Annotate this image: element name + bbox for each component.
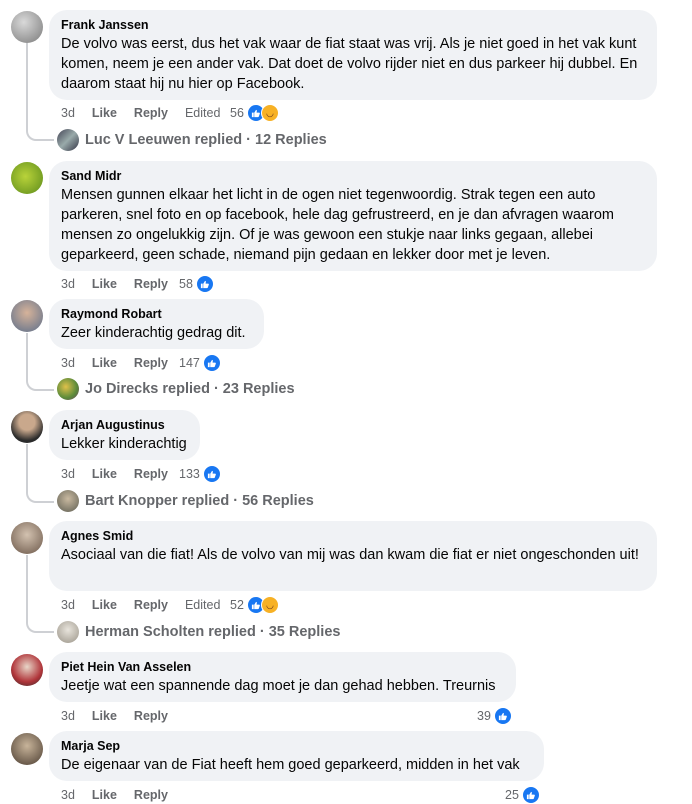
like-button[interactable]: Like [92,467,117,481]
haha-reaction-icon: ◡ [260,596,279,614]
comment-bubble: Arjan Augustinus Lekker kinderachtig [49,410,200,460]
view-replies-link[interactable]: Herman Scholten replied · 35 Replies [57,621,340,643]
comment-actions: 3d Like Reply [61,275,185,293]
reaction-count: 52 [230,598,244,612]
comment-author[interactable]: Raymond Robart [61,306,252,322]
view-replies-link[interactable]: Bart Knopper replied · 56 Replies [57,490,314,512]
like-button[interactable]: Like [92,277,117,291]
reaction-summary[interactable]: 147 [179,354,221,372]
like-button[interactable]: Like [92,356,117,370]
reply-button[interactable]: Reply [134,277,168,291]
reaction-summary[interactable]: 56 ◡ [230,104,279,122]
comment-actions: 3d Like Reply [61,354,185,372]
avatar[interactable] [11,411,43,443]
comment-bubble: Marja Sep De eigenaar van de Fiat heeft … [49,731,544,781]
comment-actions: 3d Like Reply Edited [61,104,237,122]
like-button[interactable]: Like [92,106,117,120]
comment-time[interactable]: 3d [61,467,75,481]
reply-avatar [57,621,79,643]
reaction-count: 133 [179,467,200,481]
thread-connector [26,621,54,633]
avatar[interactable] [11,300,43,332]
comment-text: De eigenaar van de Fiat heeft hem goed g… [61,757,520,773]
comment-time[interactable]: 3d [61,277,75,291]
avatar[interactable] [11,654,43,686]
comment-text: De volvo was eerst, dus het vak waar de … [61,36,638,92]
comment-actions: 3d Like Reply [61,707,185,725]
comment-time[interactable]: 3d [61,598,75,612]
comment-time[interactable]: 3d [61,788,75,802]
comment-actions: 3d Like Reply [61,786,185,804]
reply-button[interactable]: Reply [134,709,168,723]
view-replies-link[interactable]: Jo Direcks replied · 23 Replies [57,378,295,400]
reply-avatar [57,129,79,151]
haha-reaction-icon: ◡ [260,104,279,122]
comment-actions: 3d Like Reply [61,465,185,483]
comment-text: Lekker kinderachtig [61,436,187,452]
reply-button[interactable]: Reply [134,598,168,612]
thread-connector [26,491,54,503]
thread-line [26,43,28,131]
like-reaction-icon [202,354,221,372]
reply-button[interactable]: Reply [134,788,168,802]
reaction-summary[interactable]: 39 [477,707,512,725]
like-reaction-icon [202,465,221,483]
reaction-summary[interactable]: 58 [179,275,214,293]
reply-avatar [57,378,79,400]
comment-text: Zeer kinderachtig gedrag dit. [61,325,246,341]
reaction-summary[interactable]: 25 [505,786,540,804]
edited-label[interactable]: Edited [185,598,220,612]
avatar[interactable] [11,162,43,194]
reaction-summary[interactable]: 52 ◡ [230,596,279,614]
avatar[interactable] [11,11,43,43]
reaction-count: 25 [505,788,519,802]
comment-time[interactable]: 3d [61,709,75,723]
reply-button[interactable]: Reply [134,467,168,481]
comment-author[interactable]: Arjan Augustinus [61,417,188,433]
reaction-count: 56 [230,106,244,120]
comment-bubble: Agnes Smid Asociaal van die fiat! Als de… [49,521,657,591]
comment-time[interactable]: 3d [61,356,75,370]
like-reaction-icon [493,707,512,725]
view-replies-link[interactable]: Luc V Leeuwen replied · 12 Replies [57,129,327,151]
comment-text: Asociaal van die fiat! Als de volvo van … [61,547,639,563]
comment-author[interactable]: Agnes Smid [61,528,645,544]
like-button[interactable]: Like [92,709,117,723]
reaction-count: 39 [477,709,491,723]
like-button[interactable]: Like [92,598,117,612]
avatar[interactable] [11,733,43,765]
replies-summary: Luc V Leeuwen replied · 12 Replies [85,132,327,148]
thread-connector [26,129,54,141]
comment-bubble: Frank Janssen De volvo was eerst, dus he… [49,10,657,100]
reply-button[interactable]: Reply [134,106,168,120]
like-reaction-icon [521,786,540,804]
thread-connector [26,379,54,391]
thread-line [26,333,28,381]
replies-summary: Bart Knopper replied · 56 Replies [85,493,314,509]
comment-author[interactable]: Frank Janssen [61,17,645,33]
comment-author[interactable]: Sand Midr [61,168,645,184]
reply-button[interactable]: Reply [134,356,168,370]
like-button[interactable]: Like [92,788,117,802]
comment-bubble: Sand Midr Mensen gunnen elkaar het licht… [49,161,657,271]
comment-time[interactable]: 3d [61,106,75,120]
reply-avatar [57,490,79,512]
comment-author[interactable]: Piet Hein Van Asselen [61,659,504,675]
comment-text: Mensen gunnen elkaar het licht in de oge… [61,187,614,263]
reaction-count: 58 [179,277,193,291]
avatar[interactable] [11,522,43,554]
reaction-count: 147 [179,356,200,370]
comment-author[interactable]: Marja Sep [61,738,532,754]
comment-bubble: Piet Hein Van Asselen Jeetje wat een spa… [49,652,516,702]
replies-summary: Jo Direcks replied · 23 Replies [85,381,295,397]
thread-line [26,444,28,493]
comment-bubble: Raymond Robart Zeer kinderachtig gedrag … [49,299,264,349]
thread-line [26,555,28,623]
comment-text: Jeetje wat een spannende dag moet je dan… [61,678,496,694]
like-reaction-icon [195,275,214,293]
edited-label[interactable]: Edited [185,106,220,120]
reaction-summary[interactable]: 133 [179,465,221,483]
comment-actions: 3d Like Reply Edited [61,596,237,614]
replies-summary: Herman Scholten replied · 35 Replies [85,624,341,640]
